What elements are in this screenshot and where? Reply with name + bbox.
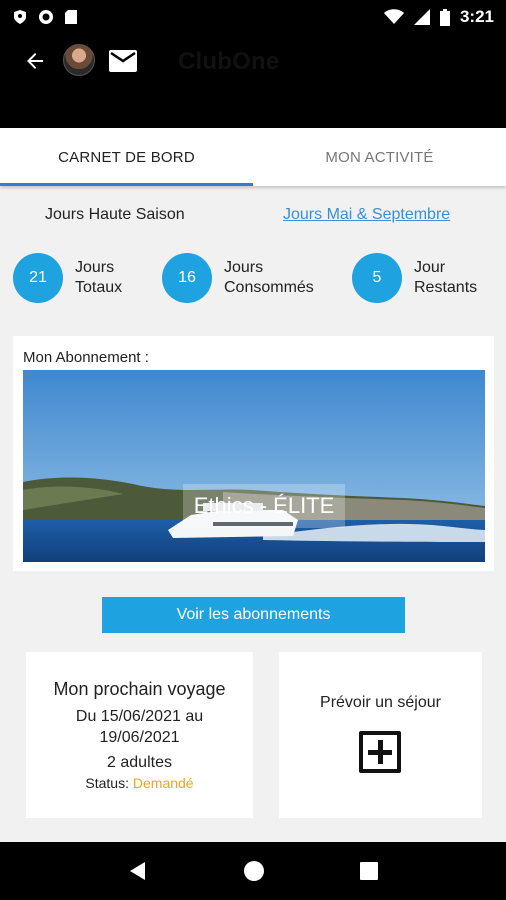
status-bar: 3:21 bbox=[0, 0, 506, 34]
mail-button[interactable] bbox=[109, 50, 137, 72]
signal-icon bbox=[413, 9, 430, 25]
stat-consumed-days: 16 Jours Consommés bbox=[162, 252, 314, 304]
record-icon bbox=[39, 10, 53, 24]
plan-stay-card[interactable]: Prévoir un séjour bbox=[279, 652, 482, 818]
stat-total-value: 21 bbox=[13, 253, 63, 303]
stat-total-line1: Jours bbox=[75, 259, 115, 276]
stat-remaining-line2: Restants bbox=[414, 279, 478, 296]
shield-icon bbox=[14, 10, 26, 24]
stat-remaining-value: 5 bbox=[352, 253, 402, 303]
stat-remaining-label: Jour Restants bbox=[414, 258, 477, 298]
stat-consumed-line2: Consommés bbox=[224, 279, 314, 296]
next-trip-status: Status: Demandé bbox=[26, 775, 253, 791]
subscription-title: Mon Abonnement : bbox=[23, 349, 149, 366]
view-subscriptions-button[interactable]: Voir les abonnements bbox=[102, 597, 405, 633]
high-season-label[interactable]: Jours Haute Saison bbox=[45, 206, 185, 224]
next-trip-card[interactable]: Mon prochain voyage Du 15/06/2021 au 19/… bbox=[26, 652, 253, 818]
subscription-card[interactable]: Mon Abonnement : Ethics - ÉLITE bbox=[13, 336, 494, 571]
next-trip-dates-line1: Du 15/06/2021 au bbox=[75, 708, 204, 725]
nav-recents-icon[interactable] bbox=[359, 861, 379, 881]
subscription-name: Ethics - ÉLITE bbox=[183, 484, 345, 528]
tab-bar: CARNET DE BORD MON ACTIVITÉ bbox=[0, 128, 506, 186]
nav-back-icon[interactable] bbox=[127, 860, 149, 882]
next-trip-title: Mon prochain voyage bbox=[53, 679, 226, 699]
may-september-link[interactable]: Jours Mai & Septembre bbox=[283, 206, 450, 224]
tab-carnet-de-bord[interactable]: CARNET DE BORD bbox=[0, 128, 253, 186]
battery-icon bbox=[439, 8, 450, 26]
back-arrow-icon bbox=[27, 53, 43, 69]
status-label: Status: bbox=[85, 775, 129, 791]
next-trip-dates-line2: 19/06/2021 bbox=[99, 729, 180, 746]
stat-total-days: 21 Jours Totaux bbox=[13, 252, 122, 304]
tab-mon-activite[interactable]: MON ACTIVITÉ bbox=[253, 128, 506, 186]
plan-stay-title: Prévoir un séjour bbox=[320, 694, 441, 711]
season-row: Jours Haute Saison Jours Mai & Septembre bbox=[0, 206, 506, 230]
status-badge: Demandé bbox=[132, 775, 194, 791]
yacht-photo bbox=[23, 370, 485, 562]
nav-home-icon[interactable] bbox=[243, 860, 265, 882]
next-trip-adults: 2 adultes bbox=[107, 754, 172, 771]
status-time: 3:21 bbox=[459, 7, 494, 26]
wifi-icon bbox=[383, 9, 404, 24]
stat-total-line2: Totaux bbox=[75, 279, 123, 296]
avatar[interactable] bbox=[63, 44, 95, 76]
stat-remaining-line1: Jour bbox=[414, 259, 446, 276]
add-box-icon[interactable] bbox=[359, 731, 401, 773]
app-title: ClubOne bbox=[178, 48, 280, 75]
stat-total-label: Jours Totaux bbox=[75, 258, 122, 298]
stat-consumed-line1: Jours bbox=[224, 259, 264, 276]
stat-remaining-days: 5 Jour Restants bbox=[352, 252, 477, 304]
sd-card-icon bbox=[65, 10, 77, 24]
system-nav-bar bbox=[0, 842, 506, 900]
stat-consumed-value: 16 bbox=[162, 253, 212, 303]
stat-consumed-label: Jours Consommés bbox=[224, 258, 314, 298]
mail-icon bbox=[109, 50, 137, 72]
back-button[interactable] bbox=[20, 46, 50, 76]
subscription-image[interactable]: Ethics - ÉLITE bbox=[23, 370, 485, 562]
